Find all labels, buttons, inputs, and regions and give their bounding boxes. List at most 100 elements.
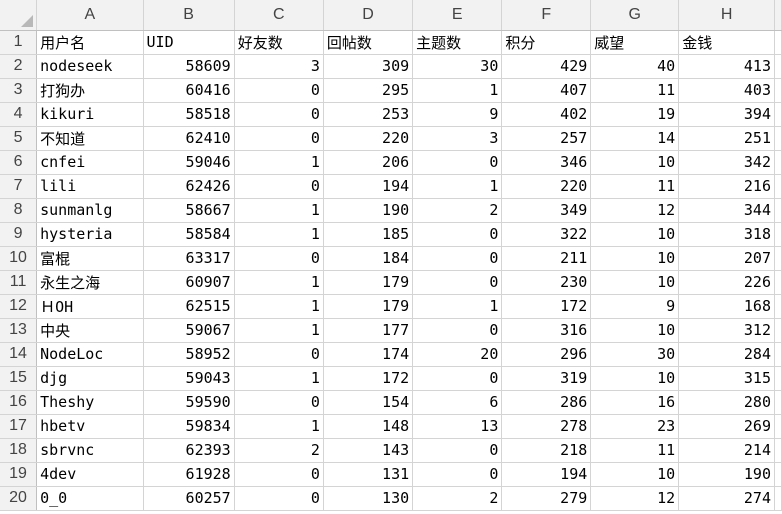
cell-e[interactable]: 0 (412, 462, 503, 487)
cell-c[interactable]: 1 (234, 318, 324, 343)
cell-a[interactable]: 中央 (36, 318, 144, 343)
cell-g[interactable]: 30 (590, 342, 680, 367)
cell-a[interactable]: djg (36, 366, 144, 391)
cell-b[interactable]: 63317 (143, 246, 235, 271)
cell-c[interactable]: 好友数 (234, 30, 324, 55)
cell-c[interactable]: 1 (234, 270, 324, 295)
cell-e[interactable]: 0 (412, 222, 503, 247)
cell-e[interactable]: 0 (412, 318, 503, 343)
cell-d[interactable]: 177 (323, 318, 414, 343)
cell-d[interactable]: 179 (323, 270, 414, 295)
row-header[interactable]: 1 (0, 30, 38, 55)
cell-empty[interactable] (774, 102, 782, 127)
cell-f[interactable]: 279 (501, 486, 592, 511)
cell-g[interactable]: 12 (590, 486, 680, 511)
cell-c[interactable]: 3 (234, 54, 324, 79)
cell-d[interactable]: 185 (323, 222, 414, 247)
column-header-f[interactable]: F (501, 0, 592, 31)
cell-h[interactable]: 342 (678, 150, 775, 175)
row-header[interactable]: 14 (0, 342, 38, 367)
cell-h[interactable]: 金钱 (678, 30, 775, 55)
cell-g[interactable]: 14 (590, 126, 680, 151)
cell-empty[interactable] (774, 174, 782, 199)
cell-e[interactable]: 30 (412, 54, 503, 79)
cell-h[interactable]: 318 (678, 222, 775, 247)
cell-c[interactable]: 2 (234, 438, 324, 463)
cell-g[interactable]: 19 (590, 102, 680, 127)
cell-a[interactable]: 0_0 (36, 486, 144, 511)
cell-g[interactable]: 11 (590, 438, 680, 463)
cell-g[interactable]: 16 (590, 390, 680, 415)
cell-d[interactable]: 253 (323, 102, 414, 127)
cell-d[interactable]: 190 (323, 198, 414, 223)
cell-empty[interactable] (774, 222, 782, 247)
cell-h[interactable]: 216 (678, 174, 775, 199)
cell-empty[interactable] (774, 54, 782, 79)
cell-c[interactable]: 0 (234, 462, 324, 487)
cell-h[interactable]: 312 (678, 318, 775, 343)
cell-empty[interactable] (774, 438, 782, 463)
cell-e[interactable]: 0 (412, 270, 503, 295)
cell-d[interactable]: 194 (323, 174, 414, 199)
cell-a[interactable]: hbetv (36, 414, 144, 439)
cell-c[interactable]: 0 (234, 486, 324, 511)
cell-b[interactable]: 62393 (143, 438, 235, 463)
cell-a[interactable]: 打狗办 (36, 78, 144, 103)
row-header[interactable]: 7 (0, 174, 38, 199)
cell-b[interactable]: 58609 (143, 54, 235, 79)
column-header-b[interactable]: B (143, 0, 235, 31)
cell-h[interactable]: 214 (678, 438, 775, 463)
cell-f[interactable]: 211 (501, 246, 592, 271)
cell-f[interactable]: 402 (501, 102, 592, 127)
cell-empty[interactable] (774, 294, 782, 319)
cell-empty[interactable] (774, 486, 782, 511)
cell-f[interactable]: 194 (501, 462, 592, 487)
cell-h[interactable]: 315 (678, 366, 775, 391)
cell-d[interactable]: 回帖数 (323, 30, 414, 55)
cell-b[interactable]: 62426 (143, 174, 235, 199)
cell-a[interactable]: lili (36, 174, 144, 199)
row-header[interactable]: 9 (0, 222, 38, 247)
cell-g[interactable]: 10 (590, 222, 680, 247)
cell-e[interactable]: 1 (412, 174, 503, 199)
cell-empty[interactable] (774, 30, 782, 55)
cell-f[interactable]: 172 (501, 294, 592, 319)
cell-b[interactable]: UID (143, 30, 235, 55)
column-header-e[interactable]: E (412, 0, 503, 31)
row-header[interactable]: 19 (0, 462, 38, 487)
cell-c[interactable]: 0 (234, 126, 324, 151)
cell-e[interactable]: 9 (412, 102, 503, 127)
cell-f[interactable]: 积分 (501, 30, 592, 55)
row-header[interactable]: 20 (0, 486, 38, 511)
cell-g[interactable]: 11 (590, 174, 680, 199)
cell-a[interactable]: 用户名 (36, 30, 144, 55)
row-header[interactable]: 2 (0, 54, 38, 79)
cell-a[interactable]: sbrvnc (36, 438, 144, 463)
cell-empty[interactable] (774, 318, 782, 343)
row-header[interactable]: 17 (0, 414, 38, 439)
cell-c[interactable]: 1 (234, 222, 324, 247)
cell-d[interactable]: 295 (323, 78, 414, 103)
cell-d[interactable]: 130 (323, 486, 414, 511)
cell-f[interactable]: 286 (501, 390, 592, 415)
cell-e[interactable]: 0 (412, 438, 503, 463)
cell-a[interactable]: hysteria (36, 222, 144, 247)
cell-g[interactable]: 12 (590, 198, 680, 223)
cell-empty[interactable] (774, 414, 782, 439)
cell-c[interactable]: 1 (234, 366, 324, 391)
cell-h[interactable]: 403 (678, 78, 775, 103)
cell-f[interactable]: 407 (501, 78, 592, 103)
row-header[interactable]: 8 (0, 198, 38, 223)
cell-b[interactable]: 58518 (143, 102, 235, 127)
cell-c[interactable]: 1 (234, 414, 324, 439)
column-header-c[interactable]: C (234, 0, 324, 31)
cell-g[interactable]: 10 (590, 270, 680, 295)
cell-f[interactable]: 322 (501, 222, 592, 247)
cell-g[interactable]: 10 (590, 366, 680, 391)
row-header[interactable]: 10 (0, 246, 38, 271)
cell-empty[interactable] (774, 126, 782, 151)
row-header[interactable]: 3 (0, 78, 38, 103)
row-header[interactable]: 13 (0, 318, 38, 343)
cell-h[interactable]: 274 (678, 486, 775, 511)
cell-e[interactable]: 3 (412, 126, 503, 151)
